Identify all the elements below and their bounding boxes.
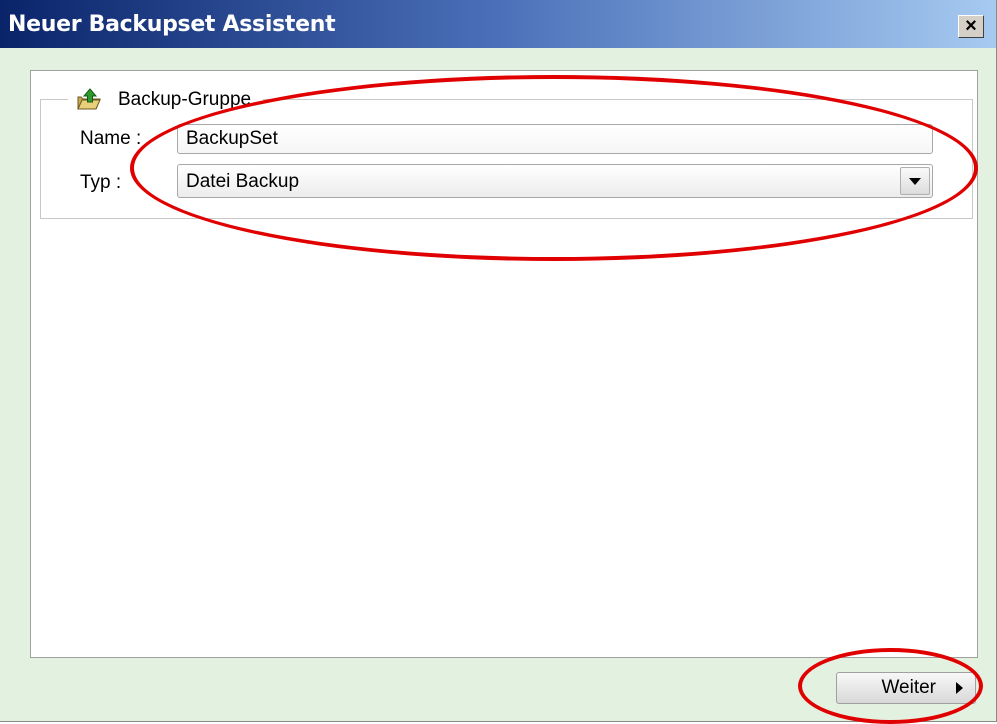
type-label: Typ : — [80, 172, 122, 193]
close-button[interactable]: × — [958, 15, 984, 38]
arrow-right-icon — [956, 682, 963, 694]
dropdown-arrow-button[interactable] — [900, 167, 930, 195]
backup-group-legend: Backup-Gruppe — [68, 86, 264, 114]
name-input[interactable] — [177, 124, 933, 154]
type-selected-value: Datei Backup — [186, 171, 300, 192]
next-button-label: Weiter — [881, 677, 936, 698]
type-select[interactable]: Datei Backup — [177, 164, 933, 198]
chevron-down-icon — [909, 177, 921, 185]
title-bar: Neuer Backupset Assistent × — [0, 0, 996, 48]
wizard-window: Neuer Backupset Assistent × Backup-Grupp… — [0, 0, 997, 724]
close-icon: × — [965, 14, 977, 37]
next-button[interactable]: Weiter — [836, 672, 976, 704]
folder-upload-icon — [77, 88, 101, 110]
name-label: Name : — [80, 128, 142, 149]
group-title: Backup-Gruppe — [118, 89, 252, 110]
window-title: Neuer Backupset Assistent — [8, 12, 336, 37]
backup-group-box — [40, 99, 973, 219]
